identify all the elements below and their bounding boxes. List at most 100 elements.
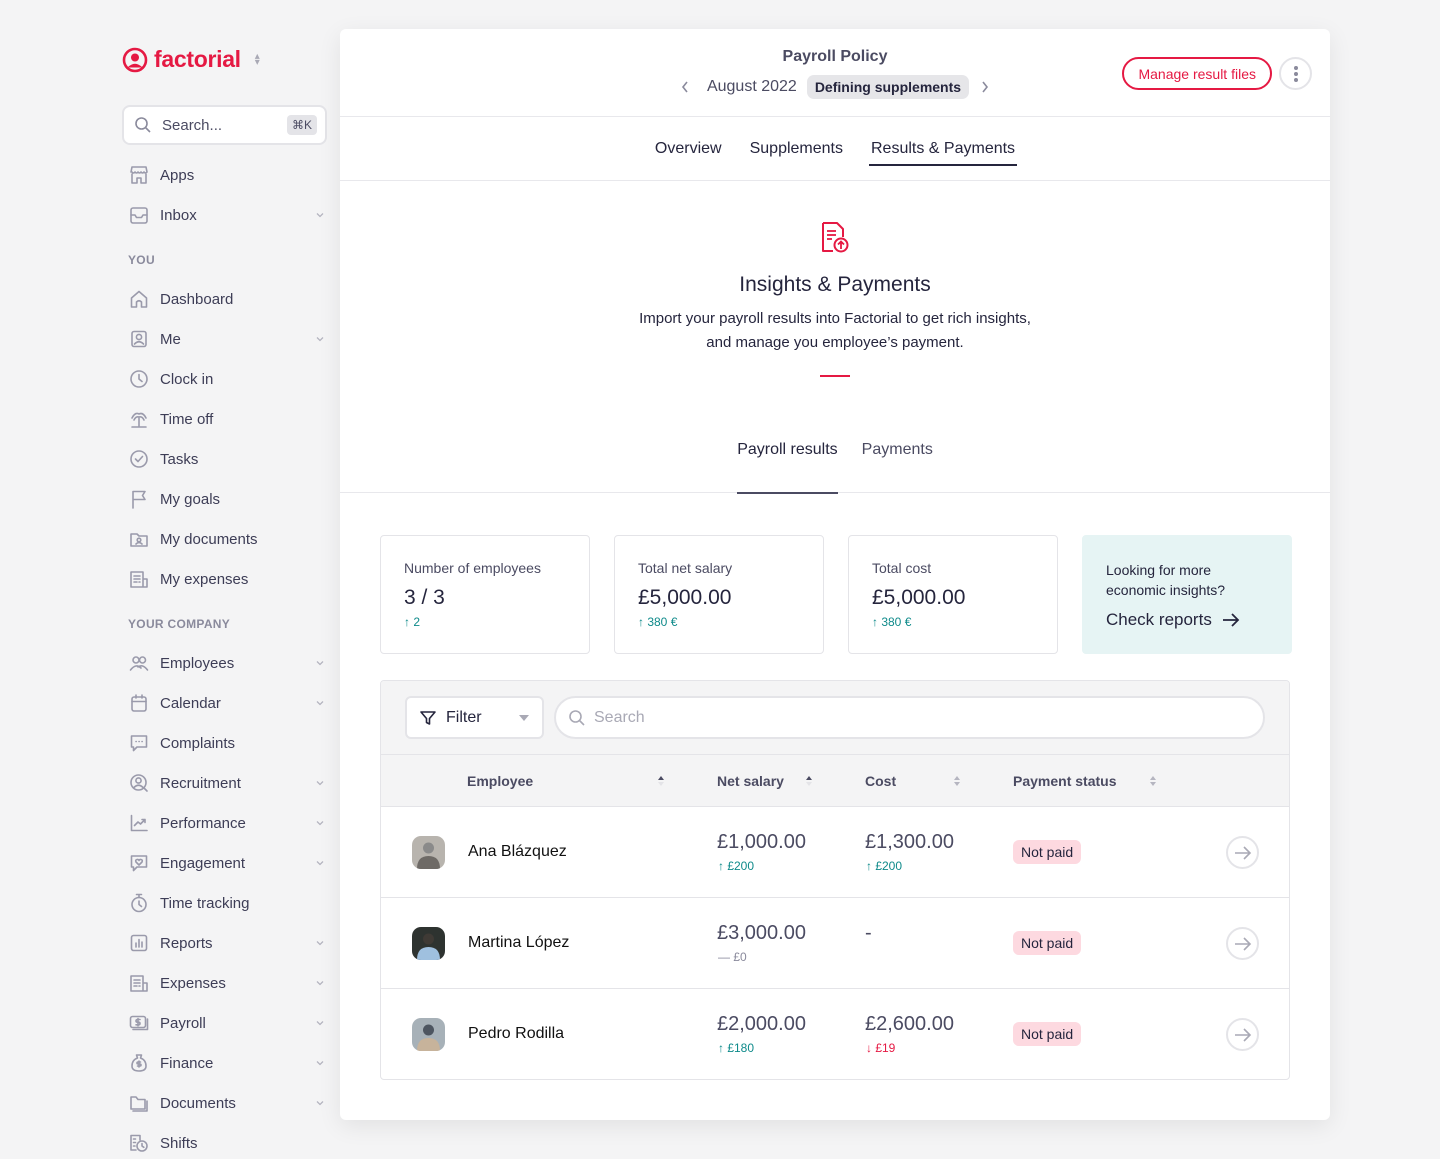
sort-icon[interactable] [1149, 775, 1157, 787]
sidebar-item-inbox[interactable]: Inbox [128, 195, 328, 235]
sidebar-item-finance[interactable]: Finance [128, 1043, 328, 1083]
sidebar-item-apps[interactable]: Apps [128, 155, 328, 195]
table-row[interactable]: Ana Blázquez £1,000.00 ↑ £200 £1,300.00 … [381, 807, 1289, 898]
chat-icon [130, 735, 148, 752]
payment-status-badge: Not paid [1013, 840, 1082, 864]
sidebar-item-expenses[interactable]: Expenses [128, 963, 328, 1003]
store-icon [130, 166, 148, 184]
check-reports-link[interactable]: Check reports [1106, 610, 1268, 630]
chevron-down-icon[interactable] [314, 777, 326, 789]
chevron-down-icon[interactable] [314, 1097, 326, 1109]
table-body: Ana Blázquez £1,000.00 ↑ £200 £1,300.00 … [381, 807, 1289, 1079]
open-row-button[interactable] [1226, 927, 1259, 960]
kpi-value: £5,000.00 [638, 586, 732, 609]
employee-name: Martina López [468, 934, 570, 951]
bar-chart-icon-wrap [128, 932, 150, 954]
sidebar-item-tasks[interactable]: Tasks [128, 439, 328, 479]
sidebar-item-reports[interactable]: Reports [128, 923, 328, 963]
chevron-down-icon[interactable] [314, 937, 326, 949]
column-header-net-salary[interactable]: Net salary [717, 773, 784, 789]
palm-tree-icon-wrap [128, 408, 150, 430]
sidebar-item-label: Shifts [160, 1134, 198, 1152]
chevron-down-icon[interactable] [314, 857, 326, 869]
chevron-down-icon[interactable] [314, 697, 326, 709]
more-options-button[interactable] [1279, 57, 1312, 90]
table-search-input[interactable] [594, 708, 1251, 727]
sidebar-item-label: Clock in [160, 370, 214, 388]
sidebar-item-label: Tasks [160, 450, 199, 468]
table-search[interactable] [554, 696, 1265, 739]
sidebar-item-me[interactable]: Me [128, 319, 328, 359]
sort-icon[interactable] [657, 775, 665, 787]
chevron-down-icon[interactable] [314, 333, 326, 345]
table-row[interactable]: Martina López £3,000.00 — £0 - Not paid [381, 898, 1289, 989]
tab-overview[interactable]: Overview [653, 132, 724, 166]
sidebar-item-payroll[interactable]: Payroll [128, 1003, 328, 1043]
manage-result-files-button[interactable]: Manage result files [1122, 57, 1272, 90]
chevron-down-icon[interactable] [314, 1017, 326, 1029]
avatar [412, 836, 445, 869]
user-badge-icon [131, 330, 147, 348]
tab-supplements[interactable]: Supplements [748, 132, 845, 166]
sidebar-search[interactable]: Search... ⌘K [122, 105, 327, 145]
open-row-button[interactable] [1226, 1018, 1259, 1051]
promo-line: Looking for more [1106, 562, 1212, 578]
sort-icon[interactable] [953, 775, 961, 787]
sidebar-item-shifts[interactable]: Shifts [128, 1123, 328, 1159]
sidebar-item-clock-in[interactable]: Clock in [128, 359, 328, 399]
sidebar-item-time-tracking[interactable]: Time tracking [128, 883, 328, 923]
sidebar-item-calendar[interactable]: Calendar [128, 683, 328, 723]
shifts-icon-wrap [128, 1132, 150, 1154]
chevron-down-icon[interactable] [314, 977, 326, 989]
tab-payments[interactable]: Payments [862, 437, 933, 493]
main-panel: Payroll Policy August 2022 Defining supp… [340, 29, 1330, 1120]
sidebar-item-label: Payroll [160, 1014, 206, 1032]
chevron-down-icon[interactable] [314, 657, 326, 669]
main-tabs: Overview Supplements Results & Payments [340, 117, 1330, 181]
sidebar-item-performance[interactable]: Performance [128, 803, 328, 843]
filter-label: Filter [446, 708, 482, 726]
sidebar-item-complaints[interactable]: Complaints [128, 723, 328, 763]
sidebar-item-documents[interactable]: Documents [128, 1083, 328, 1123]
sidebar-item-my-documents[interactable]: My documents [128, 519, 328, 559]
table-row[interactable]: Pedro Rodilla £2,000.00 ↑ £180 £2,600.00… [381, 989, 1289, 1079]
avatar [412, 1018, 445, 1051]
sidebar-item-my-goals[interactable]: My goals [128, 479, 328, 519]
column-header-payment-status[interactable]: Payment status [1013, 773, 1116, 789]
chevron-down-icon[interactable] [314, 1057, 326, 1069]
folder-user-icon [130, 533, 148, 547]
sidebar-item-time-off[interactable]: Time off [128, 399, 328, 439]
kpi-delta: ↑ 2 [404, 615, 421, 629]
page-header: Payroll Policy August 2022 Defining supp… [340, 29, 1330, 117]
sidebar-item-engagement[interactable]: Engagement [128, 843, 328, 883]
net-salary-delta: ↑ £200 [718, 859, 755, 873]
money-bag-icon [131, 1054, 147, 1072]
brand[interactable]: factorial ▴ ▾ [122, 46, 260, 73]
filter-dropdown[interactable]: Filter [405, 696, 544, 739]
sidebar-item-employees[interactable]: Employees [128, 643, 328, 683]
kebab-menu-icon [1293, 65, 1298, 82]
sidebar-item-dashboard[interactable]: Dashboard [128, 279, 328, 319]
prev-period-button[interactable] [677, 79, 693, 95]
sort-icon[interactable] [805, 775, 813, 787]
next-period-button[interactable] [977, 79, 993, 95]
hero-description-line: Import your payroll results into Factori… [639, 310, 1031, 327]
column-header-cost[interactable]: Cost [865, 773, 896, 789]
folder-icon [130, 1096, 148, 1112]
chevron-down-icon[interactable] [314, 209, 326, 221]
open-row-button[interactable] [1226, 836, 1259, 869]
sidebar-item-recruitment[interactable]: Recruitment [128, 763, 328, 803]
cost-value: - [865, 922, 872, 944]
arrow-right-icon [1222, 613, 1240, 627]
heart-chat-icon [130, 855, 148, 872]
tab-results-payments[interactable]: Results & Payments [869, 132, 1018, 166]
chevron-down-icon[interactable] [314, 817, 326, 829]
tab-payroll-results[interactable]: Payroll results [737, 437, 839, 494]
search-icon [135, 117, 151, 133]
cost-value: £1,300.00 [865, 831, 954, 853]
sidebar-item-my-expenses[interactable]: My expenses [128, 559, 328, 599]
kpi-cards: Number of employees 3 / 3 ↑ 2 Total net … [380, 535, 1292, 654]
company-switch-icon[interactable]: ▴ ▾ [255, 51, 260, 67]
cost-value: £2,600.00 [865, 1013, 954, 1035]
column-header-employee[interactable]: Employee [467, 773, 533, 789]
